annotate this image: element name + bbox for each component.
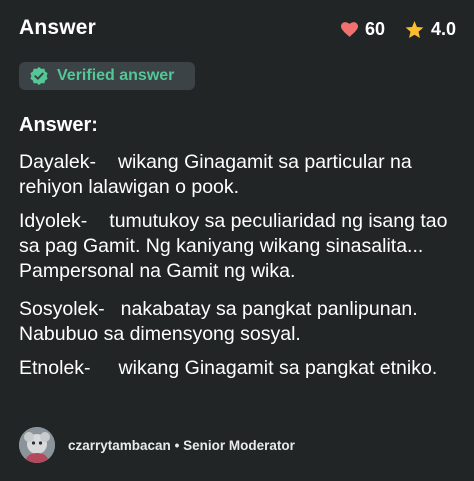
avatar[interactable] <box>19 427 55 463</box>
answer-paragraph: Dayalek-wikang Ginagamit sa particular n… <box>19 150 459 200</box>
user-avatar-icon <box>19 427 55 463</box>
paragraph-term: Sosyolek- <box>19 298 105 320</box>
paragraph-term: Idyolek- <box>19 210 88 232</box>
author-username[interactable]: czarrytambacan <box>68 438 171 453</box>
author-line: czarrytambacan • Senior Moderator <box>68 438 295 453</box>
rating-value: 4.0 <box>430 19 456 39</box>
answer-paragraph: Sosyolek-nakabatay sa pangkat panlipunan… <box>19 297 459 347</box>
likes-stat[interactable]: 60 <box>340 19 385 40</box>
author-separator: • <box>174 437 180 453</box>
paragraph-term: Etnolek- <box>19 357 91 379</box>
answer-paragraph: Etnolek-wikang Ginagamit sa pangkat etni… <box>19 356 459 381</box>
verified-answer-label: Verified answer <box>57 67 175 84</box>
answer-header: Answer 60 4.0 <box>19 14 456 46</box>
answer-author: czarrytambacan • Senior Moderator <box>19 427 295 463</box>
verified-check-icon <box>30 67 48 85</box>
heart-icon <box>340 22 358 37</box>
answer-stats: 60 4.0 <box>340 19 456 40</box>
verified-answer-badge: Verified answer <box>19 62 195 90</box>
star-icon <box>405 20 424 38</box>
answer-heading: Answer: <box>19 114 98 136</box>
rating-stat: 4.0 <box>405 19 456 40</box>
paragraph-text: wikang Ginagamit sa pangkat etniko. <box>118 357 438 379</box>
answer-paragraph: Idyolek-tumutukoy sa peculiaridad ng isa… <box>19 209 459 284</box>
paragraph-term: Dayalek- <box>19 151 96 173</box>
author-role: Senior Moderator <box>183 437 295 453</box>
likes-count: 60 <box>364 19 385 39</box>
answer-title: Answer <box>19 16 97 39</box>
